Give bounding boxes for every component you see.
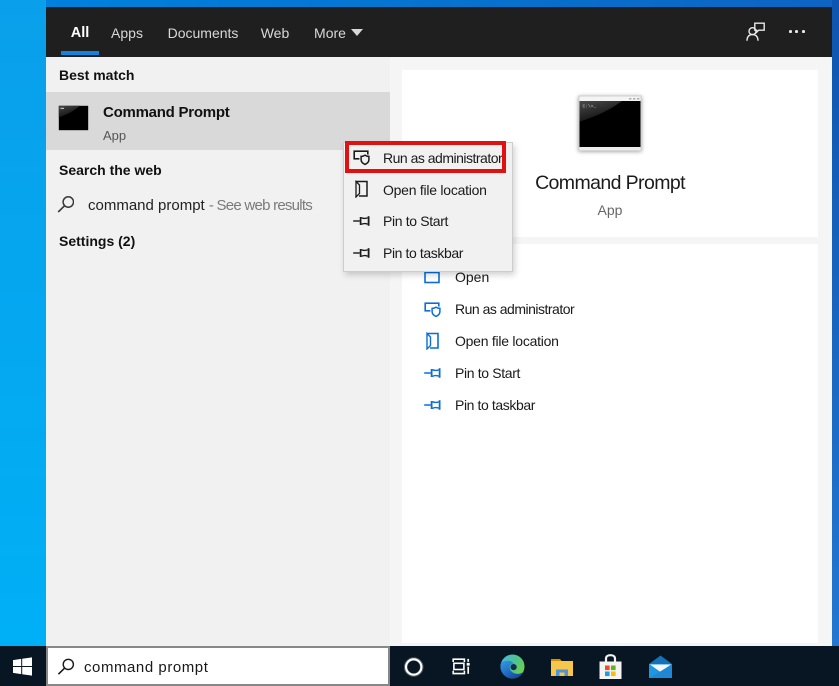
- svg-text:C:\>_: C:\>_: [583, 104, 597, 110]
